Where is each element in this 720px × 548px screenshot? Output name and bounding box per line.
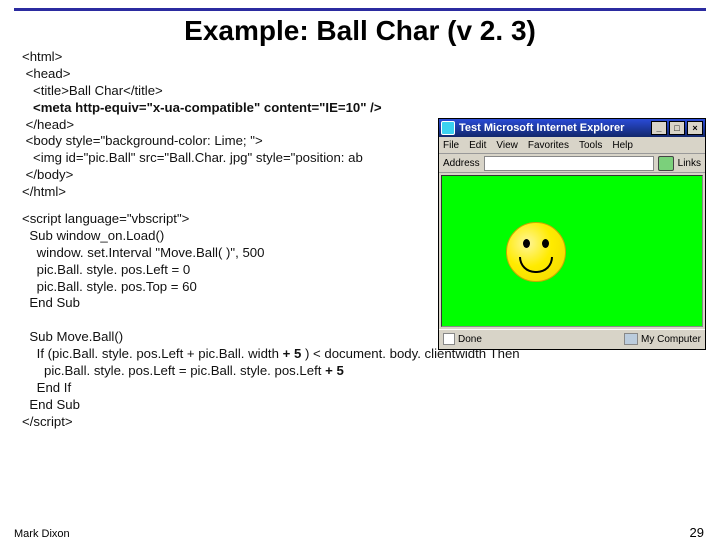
ball-eye-right (542, 239, 549, 248)
ball-mouth (519, 257, 553, 273)
page-title: Example: Ball Char (v 2. 3) (0, 15, 720, 47)
ie-icon (441, 121, 455, 135)
browser-window: Test Microsoft Internet Explorer _ □ × F… (438, 118, 706, 350)
browser-titlebar: Test Microsoft Internet Explorer _ □ × (439, 119, 705, 137)
address-input[interactable] (484, 156, 654, 171)
browser-menubar: File Edit View Favorites Tools Help (439, 137, 705, 154)
close-button[interactable]: × (687, 121, 703, 135)
author-footer: Mark Dixon (14, 528, 70, 540)
status-bar: Done My Computer (439, 329, 705, 348)
menu-tools[interactable]: Tools (579, 140, 602, 151)
ball-image (506, 222, 566, 282)
minimize-button[interactable]: _ (651, 121, 667, 135)
status-zone: My Computer (624, 333, 701, 345)
document-icon (443, 333, 455, 345)
address-bar: Address Links (439, 154, 705, 173)
menu-favorites[interactable]: Favorites (528, 140, 569, 151)
maximize-button[interactable]: □ (669, 121, 685, 135)
slide-rule (14, 8, 706, 11)
status-done: Done (443, 333, 482, 345)
ball-eye-left (523, 239, 530, 248)
computer-icon (624, 333, 638, 345)
menu-help[interactable]: Help (612, 140, 633, 151)
browser-title: Test Microsoft Internet Explorer (459, 122, 649, 134)
menu-file[interactable]: File (443, 140, 459, 151)
browser-viewport (441, 175, 703, 327)
menu-view[interactable]: View (496, 140, 518, 151)
page-number: 29 (690, 525, 704, 540)
address-label: Address (443, 158, 480, 169)
menu-edit[interactable]: Edit (469, 140, 486, 151)
links-label[interactable]: Links (678, 158, 701, 169)
go-button[interactable] (658, 156, 674, 171)
